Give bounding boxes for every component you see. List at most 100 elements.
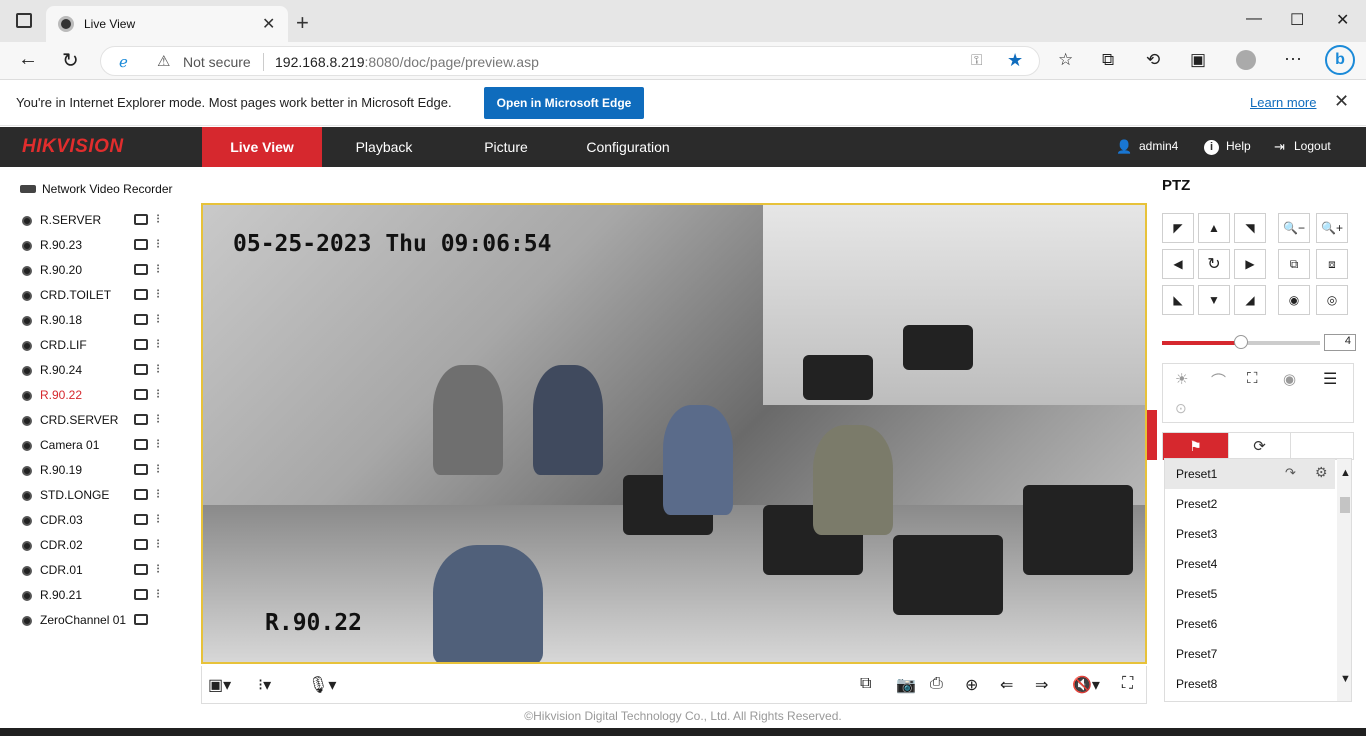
refresh-icon[interactable]: ↻ — [62, 48, 79, 73]
camera-item[interactable]: R.90.21 ⁝ — [20, 586, 190, 611]
menu-icon[interactable]: ☰ — [1323, 369, 1337, 389]
camera-name[interactable]: R.90.20 — [40, 263, 82, 277]
camera-item[interactable]: CDR.01 ⁝ — [20, 561, 190, 586]
stream-select-icon[interactable]: ⁝ — [156, 386, 160, 402]
window-layout-icon[interactable]: ▣▾ — [208, 675, 231, 695]
preset-item[interactable]: Preset1 — [1165, 459, 1335, 489]
camera-name[interactable]: R.90.23 — [40, 238, 82, 252]
microphone-icon[interactable]: 🎙▾ — [308, 675, 336, 695]
start-preview-icon[interactable] — [134, 314, 148, 325]
manual-tracking-icon[interactable]: ⊙ — [1175, 400, 1187, 417]
maximize-icon[interactable]: ☐ — [1290, 10, 1304, 30]
ptz-down-right-button[interactable]: ◢ — [1234, 285, 1266, 315]
preset-item[interactable]: Preset7 — [1165, 639, 1335, 669]
start-preview-icon[interactable] — [134, 514, 148, 525]
start-preview-icon[interactable] — [134, 264, 148, 275]
start-preview-icon[interactable] — [134, 464, 148, 475]
camera-name[interactable]: CDR.03 — [40, 513, 83, 527]
camera-item[interactable]: R.90.22 ⁝ — [20, 386, 190, 411]
scroll-thumb[interactable] — [1340, 497, 1350, 513]
stream-select-icon[interactable]: ⁝ — [156, 286, 160, 302]
ie-mode-icon[interactable]: ℯ — [119, 53, 128, 71]
camera-item[interactable]: CDR.02 ⁝ — [20, 536, 190, 561]
ptz-left-button[interactable]: ◀ — [1162, 249, 1194, 279]
camera-name[interactable]: R.90.22 — [40, 388, 82, 402]
ptz-speed-slider[interactable] — [1162, 335, 1320, 349]
start-preview-icon[interactable] — [134, 439, 148, 450]
stream-type-icon[interactable]: ⁝▾ — [258, 675, 271, 695]
learn-more-link[interactable]: Learn more — [1250, 95, 1316, 110]
camera-name[interactable]: CDR.01 — [40, 563, 83, 577]
stream-select-icon[interactable]: ⁝ — [156, 411, 160, 427]
ptz-auto-scan-button[interactable]: ↻ — [1198, 249, 1230, 279]
help-link[interactable]: Help — [1226, 139, 1251, 153]
stop-all-icon[interactable]: ⧉ — [860, 675, 871, 693]
stream-select-icon[interactable]: ⁝ — [156, 486, 160, 502]
preset-scrollbar[interactable]: ▲ ▼ — [1337, 459, 1351, 701]
preset-item[interactable]: Preset2 — [1165, 489, 1335, 519]
ptz-speed-knob[interactable] — [1234, 335, 1248, 349]
preset-item[interactable]: Preset5 — [1165, 579, 1335, 609]
warning-icon[interactable]: ⚠ — [157, 52, 170, 70]
tab-actions-icon[interactable] — [16, 13, 32, 28]
ptz-down-button[interactable]: ▼ — [1198, 285, 1230, 315]
focus-near-button[interactable]: ⧉ — [1278, 249, 1310, 279]
lens-init-icon[interactable]: ◉ — [1283, 370, 1296, 388]
address-url[interactable]: 192.168.8.219:8080/doc/page/preview.asp — [275, 54, 539, 70]
zoom-in-button[interactable]: 🔍+ — [1316, 213, 1348, 243]
address-bar[interactable]: ℯ ⚠ Not secure 192.168.8.219:8080/doc/pa… — [100, 46, 1040, 76]
next-page-icon[interactable]: ⇒ — [1035, 675, 1048, 695]
camera-name[interactable]: ZeroChannel 01 — [40, 613, 126, 627]
stream-select-icon[interactable]: ⁝ — [156, 536, 160, 552]
start-preview-icon[interactable] — [134, 339, 148, 350]
camera-name[interactable]: R.90.24 — [40, 363, 82, 377]
start-preview-icon[interactable] — [134, 564, 148, 575]
start-preview-icon[interactable] — [134, 289, 148, 300]
extensions-icon[interactable]: ⟲ — [1146, 50, 1160, 70]
open-in-edge-button[interactable]: Open in Microsoft Edge — [484, 87, 644, 119]
zoom-out-button[interactable]: 🔍− — [1278, 213, 1310, 243]
favorite-star-icon[interactable]: ★ — [1007, 50, 1023, 71]
digital-zoom-icon[interactable]: ⊕ — [965, 675, 978, 695]
more-menu-icon[interactable]: ··· — [1284, 48, 1302, 69]
iris-open-button[interactable]: ◉ — [1278, 285, 1310, 315]
ptz-up-right-button[interactable]: ◥ — [1234, 213, 1266, 243]
camera-item[interactable]: STD.LONGE ⁝ — [20, 486, 190, 511]
volume-muted-icon[interactable]: 🔇▾ — [1072, 675, 1100, 695]
stream-select-icon[interactable]: ⁝ — [156, 211, 160, 227]
stream-select-icon[interactable]: ⁝ — [156, 561, 160, 577]
call-preset-icon[interactable]: ↷ — [1285, 465, 1296, 481]
wiper-icon[interactable]: ⌒ — [1211, 370, 1226, 391]
infobar-close-icon[interactable]: ✕ — [1334, 91, 1349, 112]
stream-select-icon[interactable]: ⁝ — [156, 236, 160, 252]
camera-item[interactable]: R.SERVER ⁝ — [20, 211, 190, 236]
start-preview-icon[interactable] — [134, 614, 148, 625]
logout-link[interactable]: Logout — [1294, 139, 1331, 153]
scroll-down-icon[interactable]: ▼ — [1340, 673, 1351, 685]
live-video-view[interactable]: 05-25-2023 Thu 09:06:54 R.90.22 — [201, 203, 1147, 664]
start-preview-icon[interactable] — [134, 364, 148, 375]
ptz-collapse-handle[interactable] — [1147, 410, 1157, 460]
camera-name[interactable]: R.90.18 — [40, 313, 82, 327]
set-preset-icon[interactable]: ⚙ — [1315, 464, 1328, 481]
nav-picture[interactable]: Picture — [446, 127, 566, 167]
key-icon[interactable]: ⚿ — [971, 52, 982, 69]
ptz-right-button[interactable]: ▶ — [1234, 249, 1266, 279]
stream-select-icon[interactable]: ⁝ — [156, 361, 160, 377]
stream-select-icon[interactable]: ⁝ — [156, 311, 160, 327]
light-icon[interactable]: ☀ — [1175, 370, 1188, 388]
camera-name[interactable]: CDR.02 — [40, 538, 83, 552]
nav-live-view[interactable]: Live View — [202, 127, 322, 167]
stream-select-icon[interactable]: ⁝ — [156, 461, 160, 477]
camera-name[interactable]: CRD.LIF — [40, 338, 87, 352]
fullscreen-icon[interactable]: ⛶ — [1122, 675, 1133, 693]
scroll-up-icon[interactable]: ▲ — [1340, 467, 1351, 479]
previous-page-icon[interactable]: ⇐ — [1000, 675, 1013, 695]
camera-item[interactable]: CDR.03 ⁝ — [20, 511, 190, 536]
camera-name[interactable]: R.90.21 — [40, 588, 82, 602]
start-preview-icon[interactable] — [134, 414, 148, 425]
browser-essentials-icon[interactable]: ▣ — [1190, 50, 1206, 70]
preset-tab[interactable]: ⚑ — [1163, 433, 1228, 460]
camera-item[interactable]: R.90.18 ⁝ — [20, 311, 190, 336]
camera-item[interactable]: CRD.SERVER ⁝ — [20, 411, 190, 436]
